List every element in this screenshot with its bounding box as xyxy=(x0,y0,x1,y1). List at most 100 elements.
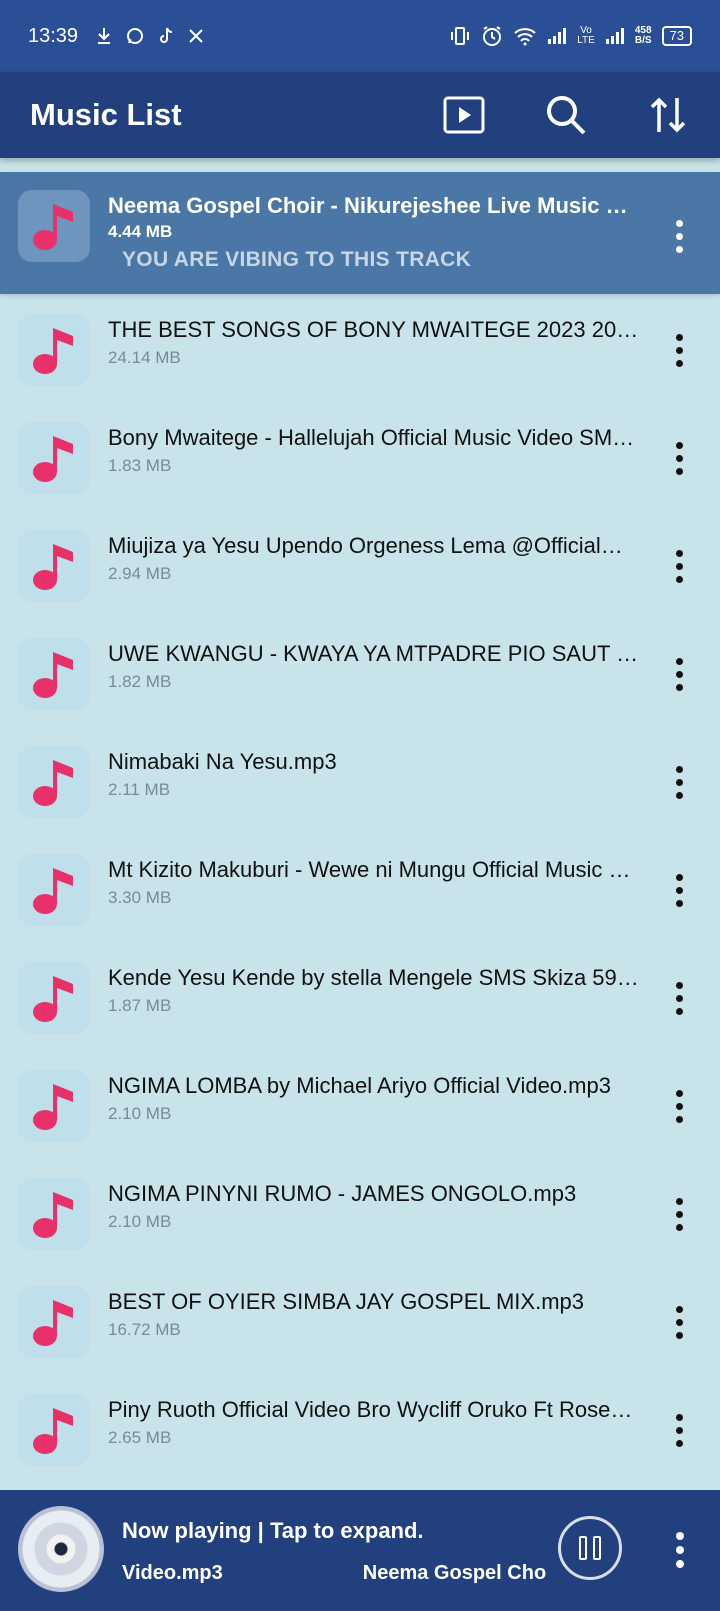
play-video-icon xyxy=(443,96,485,134)
pause-button[interactable] xyxy=(558,1516,622,1580)
marquee-text-b: Neema Gospel Cho xyxy=(362,1562,547,1584)
music-note-icon xyxy=(33,328,73,374)
whatsapp-icon xyxy=(126,27,144,45)
more-options-icon[interactable] xyxy=(664,866,694,914)
track-thumbnail xyxy=(18,1070,90,1142)
status-bar: 13:39 Vo LTE 458 B/S 73 xyxy=(0,0,720,72)
now-playing-status: YOU ARE VIBING TO THIS TRACK xyxy=(122,248,472,271)
more-options-icon[interactable] xyxy=(664,974,694,1022)
track-thumbnail xyxy=(18,638,90,710)
list-item[interactable]: Bony Mwaitege - Hallelujah Official Musi… xyxy=(0,404,720,512)
track-title: UWE KWANGU - KWAYA YA MTPADRE PIO SAUT M… xyxy=(108,641,640,666)
now-playing-label: Now playing | Tap to expand. xyxy=(122,1518,424,1543)
player-more-options-icon[interactable] xyxy=(668,1526,692,1574)
track-title: Neema Gospel Choir - Nikurejeshee Live M… xyxy=(108,193,640,218)
more-options-icon[interactable] xyxy=(664,1190,694,1238)
music-note-icon xyxy=(33,760,73,806)
play-video-button[interactable] xyxy=(442,93,486,137)
list-item[interactable]: Nimabaki Na Yesu.mp3 2.11 MB xyxy=(0,728,720,836)
track-thumbnail xyxy=(18,1394,90,1466)
wifi-icon xyxy=(513,26,537,46)
music-note-icon xyxy=(33,1084,73,1130)
signal-icon-2 xyxy=(605,27,625,45)
music-note-icon xyxy=(33,436,73,482)
music-note-icon xyxy=(33,652,73,698)
track-title: Miujiza ya Yesu Upendo Orgeness Lema @Of… xyxy=(108,533,623,558)
list-item-now-playing[interactable]: Neema Gospel Choir - Nikurejeshee Live M… xyxy=(0,172,720,294)
x-icon xyxy=(188,28,204,44)
vibrate-icon xyxy=(449,26,471,46)
list-item[interactable]: Miujiza ya Yesu Upendo Orgeness Lema @Of… xyxy=(0,512,720,620)
list-item[interactable]: Piny Ruoth Official Video Bro Wycliff Or… xyxy=(0,1376,720,1484)
status-time: 13:39 xyxy=(28,24,79,47)
track-size: 16.72 MB xyxy=(108,1320,181,1339)
track-title: Piny Ruoth Official Video Bro Wycliff Or… xyxy=(108,1397,633,1422)
track-size: 3.30 MB xyxy=(108,888,172,907)
more-options-icon[interactable] xyxy=(664,434,694,482)
track-title: Nimabaki Na Yesu.mp3 xyxy=(108,749,337,774)
list-item[interactable]: NGIMA LOMBA by Michael Ariyo Official Vi… xyxy=(0,1052,720,1160)
status-left-icons xyxy=(96,27,204,45)
app-bar: Music List xyxy=(0,72,720,158)
signal-icon xyxy=(547,27,567,45)
track-thumbnail xyxy=(18,854,90,926)
music-note-icon xyxy=(33,204,73,250)
list-item[interactable]: THE BEST SONGS OF BONY MWAITEGE 2023 202… xyxy=(0,296,720,404)
battery-indicator: 73 xyxy=(661,26,692,46)
tiktok-icon xyxy=(158,27,174,45)
sort-icon xyxy=(650,97,686,133)
track-size: 1.83 MB xyxy=(108,456,172,475)
status-right-icons: Vo LTE 458 B/S 73 xyxy=(449,25,692,47)
track-size: 2.65 MB xyxy=(108,1428,172,1447)
music-note-icon xyxy=(33,1300,73,1346)
net-speed: 458 B/S xyxy=(635,26,652,46)
list-item[interactable]: NGIMA PINYNI RUMO - JAMES ONGOLO.mp3 2.10… xyxy=(0,1160,720,1268)
track-size: 4.44 MB xyxy=(108,222,173,241)
more-options-icon[interactable] xyxy=(664,326,694,374)
more-options-icon[interactable] xyxy=(664,650,694,698)
page-title: Music List xyxy=(30,97,182,132)
music-note-icon xyxy=(33,544,73,590)
download-icon xyxy=(96,27,112,45)
music-note-icon xyxy=(33,1192,73,1238)
track-title: Kende Yesu Kende by stella Mengele SMS S… xyxy=(108,965,639,990)
track-thumbnail xyxy=(18,1286,90,1358)
alarm-icon xyxy=(481,25,503,47)
track-size: 2.10 MB xyxy=(108,1212,172,1231)
more-options-icon[interactable] xyxy=(664,542,694,590)
sort-button[interactable] xyxy=(646,93,690,137)
track-list: Neema Gospel Choir - Nikurejeshee Live M… xyxy=(0,172,720,1484)
search-button[interactable] xyxy=(544,93,588,137)
track-title: BEST OF OYIER SIMBA JAY GOSPEL MIX.mp3 xyxy=(108,1289,584,1314)
pause-icon xyxy=(579,1536,601,1560)
track-thumbnail xyxy=(18,530,90,602)
net-speed-unit: B/S xyxy=(634,35,652,46)
track-size: 2.11 MB xyxy=(108,780,171,799)
more-options-icon[interactable] xyxy=(664,1298,694,1346)
track-title: NGIMA LOMBA by Michael Ariyo Official Vi… xyxy=(108,1073,611,1098)
track-title: NGIMA PINYNI RUMO - JAMES ONGOLO.mp3 xyxy=(108,1181,577,1206)
music-note-icon xyxy=(33,976,73,1022)
list-item[interactable]: UWE KWANGU - KWAYA YA MTPADRE PIO SAUT M… xyxy=(0,620,720,728)
music-note-icon xyxy=(33,1408,73,1454)
search-icon xyxy=(547,96,586,135)
list-item[interactable]: Mt Kizito Makuburi - Wewe ni Mungu Offic… xyxy=(0,836,720,944)
track-size: 1.82 MB xyxy=(108,672,172,691)
track-thumbnail xyxy=(18,190,90,262)
track-size: 2.10 MB xyxy=(108,1104,172,1123)
mini-player[interactable]: Now playing | Tap to expand. Video.mp3 Ne… xyxy=(0,1490,720,1611)
track-size: 2.94 MB xyxy=(108,564,172,583)
more-options-icon[interactable] xyxy=(664,1082,694,1130)
volte-label: Vo LTE xyxy=(577,25,595,46)
disc-icon xyxy=(18,1506,104,1592)
more-options-icon[interactable] xyxy=(664,758,694,806)
track-thumbnail xyxy=(18,1178,90,1250)
more-options-icon[interactable] xyxy=(664,1406,694,1454)
track-title: THE BEST SONGS OF BONY MWAITEGE 2023 202… xyxy=(108,317,640,342)
track-thumbnail xyxy=(18,422,90,494)
track-title: Bony Mwaitege - Hallelujah Official Musi… xyxy=(108,425,635,450)
music-note-icon xyxy=(33,868,73,914)
list-item[interactable]: BEST OF OYIER SIMBA JAY GOSPEL MIX.mp3 16… xyxy=(0,1268,720,1376)
list-item[interactable]: Kende Yesu Kende by stella Mengele SMS S… xyxy=(0,944,720,1052)
more-options-icon[interactable] xyxy=(664,212,694,260)
